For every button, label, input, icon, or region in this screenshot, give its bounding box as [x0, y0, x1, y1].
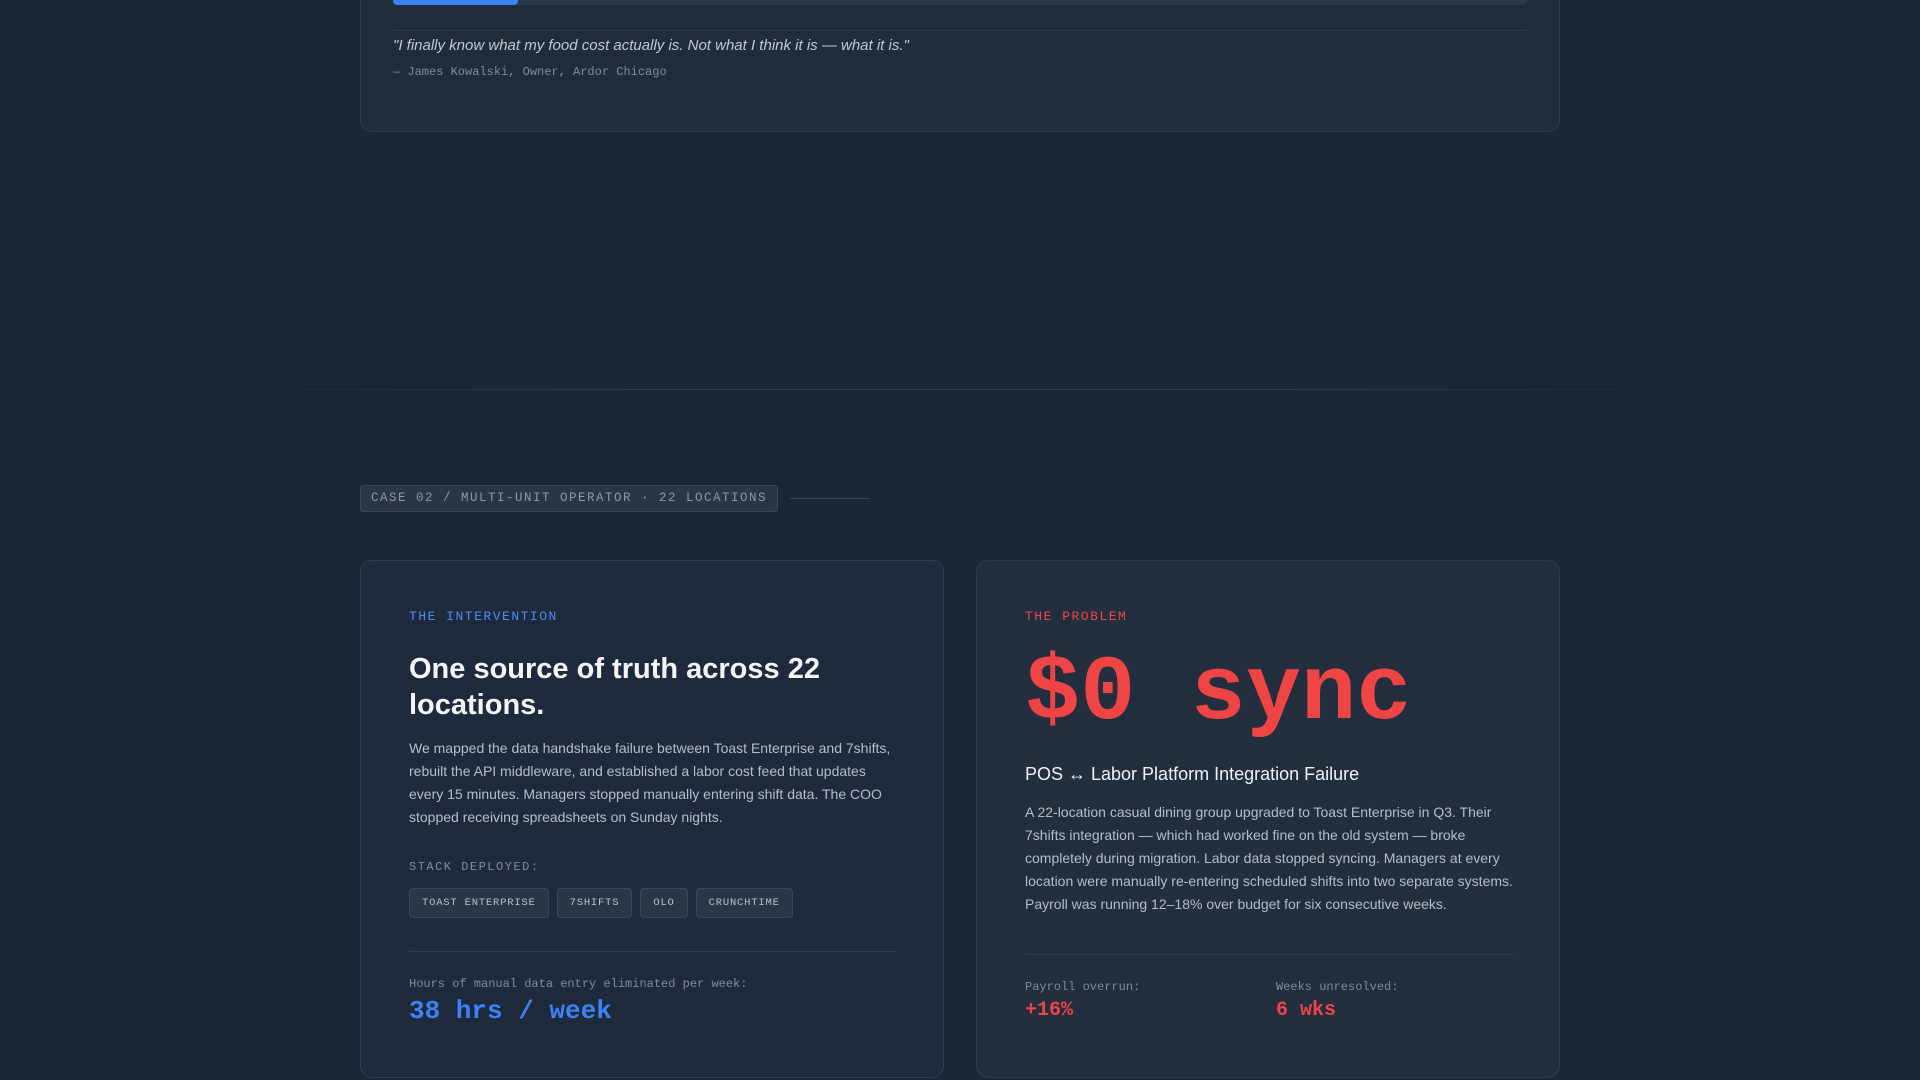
hours-eliminated-value: 38 hrs / week: [409, 996, 612, 1026]
stack-chip: OLO: [640, 888, 688, 918]
problem-eyebrow: THE PROBLEM: [1025, 609, 1128, 624]
problem-body: A 22-location casual dining group upgrad…: [1025, 804, 1513, 912]
problem-title: POS ↔ Labor Platform Integration Failure: [1025, 764, 1360, 784]
intervention-body: We mapped the data handshake failure bet…: [409, 740, 891, 825]
problem-card: THE PROBLEM $0 sync POS ↔ Labor Platform…: [976, 560, 1560, 1078]
intervention-headline: One source of truth across 22 locations.: [409, 653, 820, 721]
intervention-card: THE INTERVENTION One source of truth acr…: [360, 560, 944, 1078]
problem-big-stat: $0 sync: [1025, 641, 1412, 746]
intervention-eyebrow: THE INTERVENTION: [409, 609, 558, 624]
weeks-unresolved-value: 6 wks: [1276, 999, 1337, 1022]
stack-chips: TOAST ENTERPRISE 7SHIFTS OLO CRUNCHTIME: [409, 888, 793, 918]
payroll-overrun-label: Payroll overrun:: [1025, 980, 1141, 994]
stack-chip: CRUNCHTIME: [695, 888, 793, 918]
card-divider: [409, 951, 897, 952]
hours-eliminated-label: Hours of manual data entry eliminated pe…: [409, 977, 748, 991]
progress-bar: [393, 0, 1527, 5]
case-label: CASE 02 / MULTI-UNIT OPERATOR · 22 LOCAT…: [360, 485, 779, 512]
page: "I finally know what my food cost actual…: [0, 0, 1920, 1080]
stack-chip: TOAST ENTERPRISE: [409, 888, 549, 918]
weeks-unresolved-label: Weeks unresolved:: [1276, 980, 1399, 994]
section-divider: [160, 389, 1760, 390]
progress-fill: [393, 0, 518, 5]
case01-testimonial-card: "I finally know what my food cost actual…: [360, 0, 1560, 132]
stack-chip: 7SHIFTS: [556, 888, 633, 918]
card-divider: [1025, 954, 1513, 955]
payroll-overrun-value: +16%: [1025, 999, 1074, 1022]
testimonial-attribution: — James Kowalski, Owner, Ardor Chicago: [393, 65, 667, 79]
case-label-rule: [790, 498, 870, 499]
stack-label: STACK DEPLOYED:: [409, 860, 540, 874]
testimonial-quote: "I finally know what my food cost actual…: [393, 37, 909, 54]
divider: [393, 30, 1527, 31]
